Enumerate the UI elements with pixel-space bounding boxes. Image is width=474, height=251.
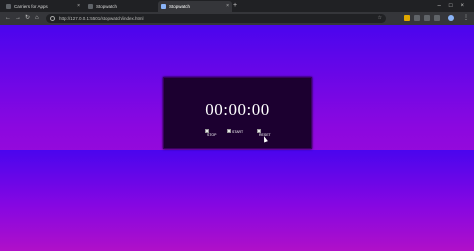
reset-button[interactable]: RESET — [257, 128, 277, 138]
menu-icon[interactable]: ⋮ — [463, 14, 469, 23]
tab-title: Stopwatch — [96, 4, 118, 9]
tab-favicon-icon — [6, 4, 11, 9]
tab-favicon-icon — [161, 4, 166, 9]
extension-icon[interactable] — [414, 15, 420, 21]
site-info-icon[interactable] — [50, 16, 55, 21]
url-text: http://127.0.0.1:5501/stopwatch/index.ht… — [59, 16, 144, 21]
tab-carriers[interactable]: Carriers for Apps × — [3, 1, 83, 12]
page-viewport: 00:00:00 STOP START RESET — [0, 25, 474, 251]
address-bar[interactable]: http://127.0.0.1:5501/stopwatch/index.ht… — [46, 14, 386, 23]
close-tab-icon[interactable]: × — [226, 1, 229, 12]
time-display: 00:00:00 — [205, 100, 270, 119]
tab-stopwatch-2[interactable]: Stopwatch × — [158, 1, 232, 12]
browser-toolbar: ← → ↻ ⌂ http://127.0.0.1:5501/stopwatch/… — [0, 12, 474, 25]
start-label: START — [232, 130, 244, 134]
bookmark-star-icon[interactable]: ☆ — [378, 14, 382, 23]
profile-avatar[interactable] — [448, 15, 454, 21]
start-button[interactable]: START — [227, 128, 247, 138]
close-window-icon[interactable]: × — [460, 1, 472, 11]
tab-stopwatch-1[interactable]: Stopwatch × — [85, 1, 165, 12]
maximize-icon[interactable]: □ — [449, 1, 461, 11]
extension-icon[interactable] — [434, 15, 440, 21]
page-background-lower — [0, 150, 474, 251]
window-controls: –□× — [438, 1, 472, 11]
extension-icon[interactable] — [424, 15, 430, 21]
reload-icon[interactable]: ↻ — [25, 14, 30, 23]
minimize-icon[interactable]: – — [438, 1, 449, 11]
tab-favicon-icon — [88, 4, 93, 9]
close-tab-icon[interactable]: × — [77, 1, 80, 12]
new-tab-icon[interactable]: + — [233, 1, 237, 11]
tab-strip: Carriers for Apps × Stopwatch × Stopwatc… — [0, 0, 474, 12]
stop-button[interactable]: STOP — [205, 128, 223, 138]
tab-title: Carriers for Apps — [14, 4, 48, 9]
tab-title: Stopwatch — [169, 4, 191, 9]
home-icon[interactable]: ⌂ — [35, 14, 39, 23]
extension-icon[interactable] — [404, 15, 410, 21]
start-image-icon — [227, 129, 231, 133]
forward-icon[interactable]: → — [15, 14, 21, 23]
stop-label: STOP — [207, 133, 217, 137]
back-icon[interactable]: ← — [5, 14, 11, 23]
stopwatch-panel: 00:00:00 STOP START RESET — [163, 77, 312, 149]
